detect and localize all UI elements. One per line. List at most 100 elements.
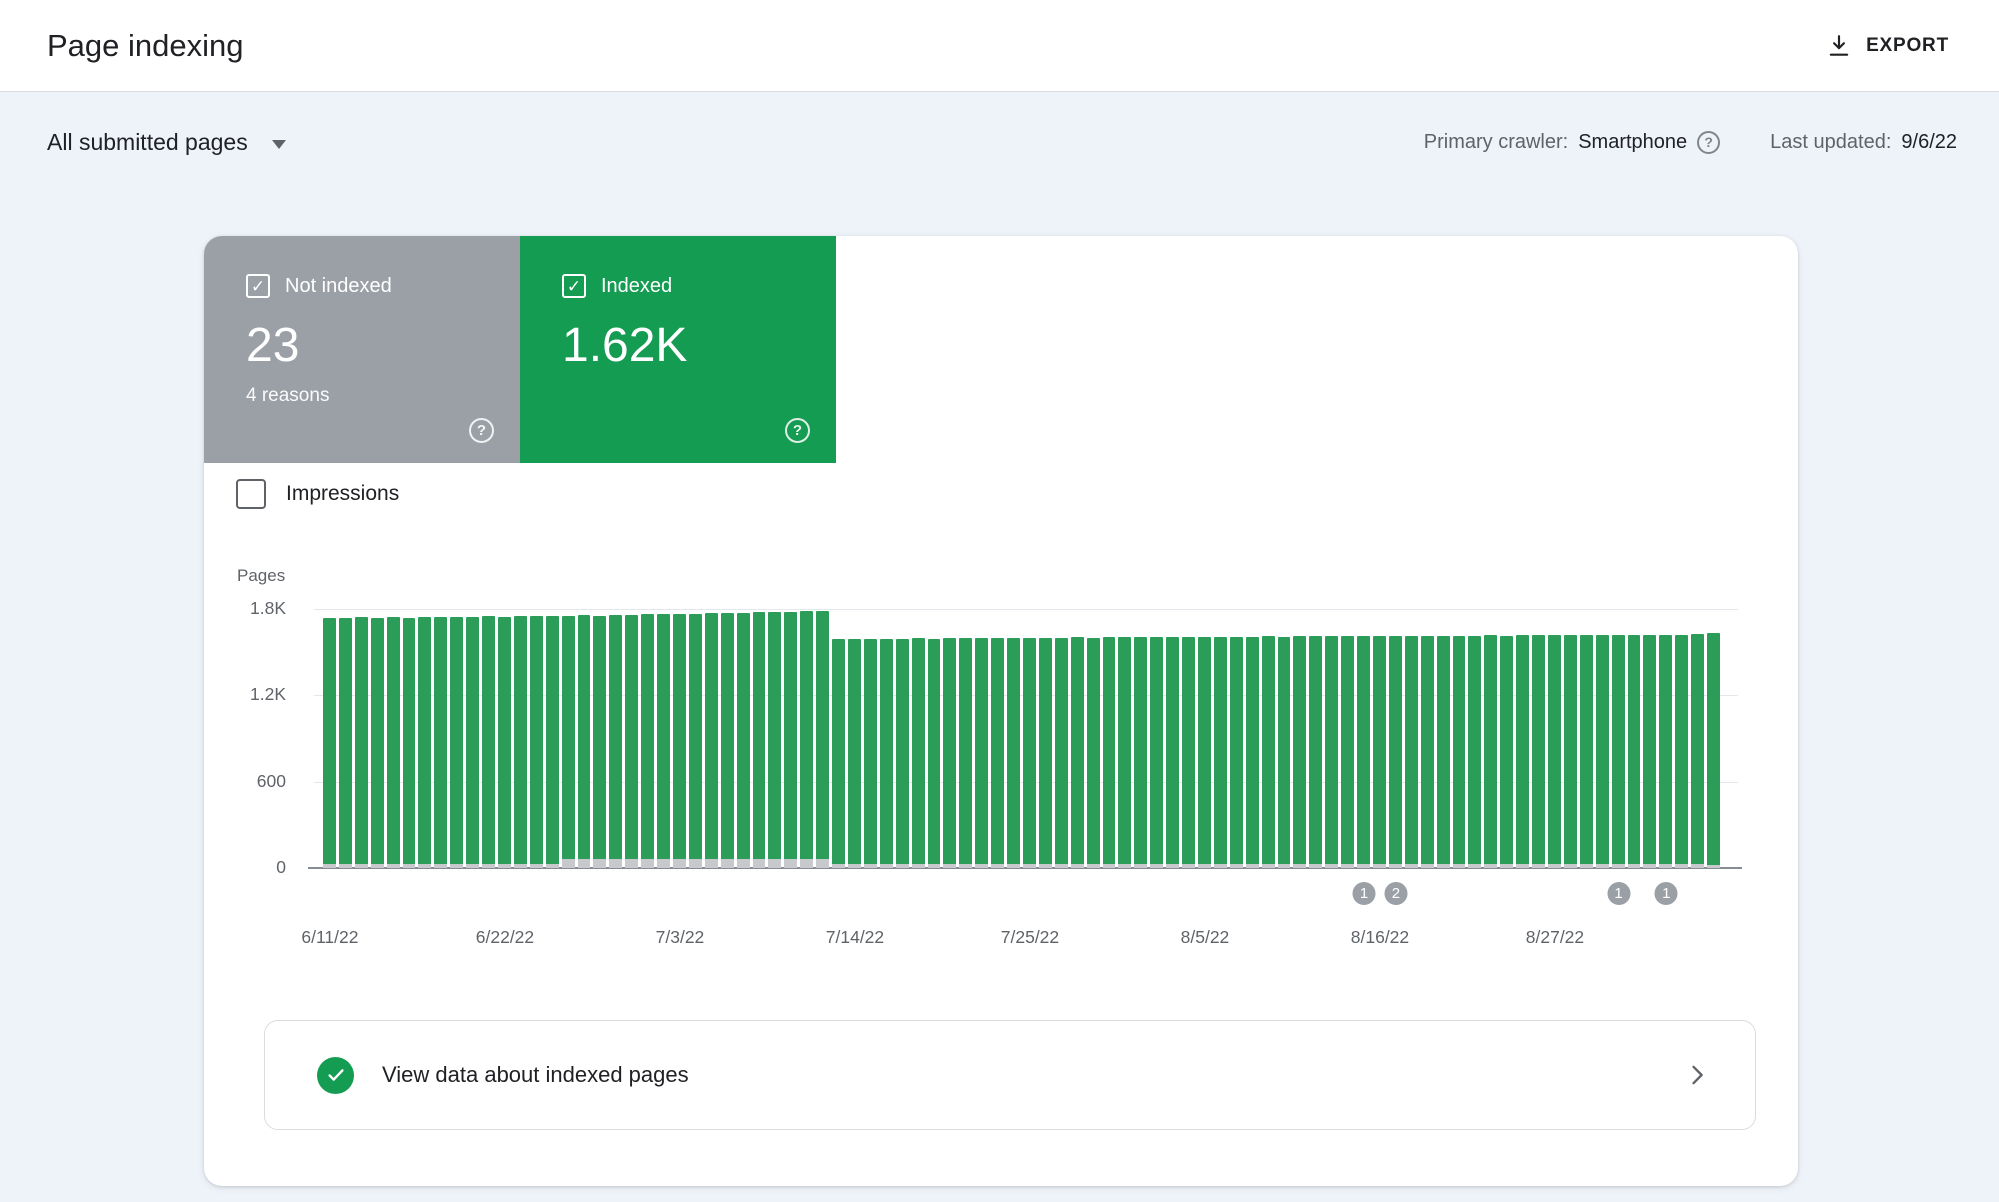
bar-day[interactable]: [1690, 609, 1706, 868]
bar-day[interactable]: [752, 609, 768, 868]
bar-day[interactable]: [1483, 609, 1499, 868]
bar-day[interactable]: [529, 609, 545, 868]
bar-day[interactable]: [513, 609, 529, 868]
bar-day[interactable]: [1245, 609, 1261, 868]
bar-day[interactable]: [449, 609, 465, 868]
bar-day[interactable]: [1611, 609, 1627, 868]
bar-day[interactable]: [1515, 609, 1531, 868]
bar-day[interactable]: [990, 609, 1006, 868]
bar-day[interactable]: [1070, 609, 1086, 868]
bar-day[interactable]: [767, 609, 783, 868]
bar-day[interactable]: [942, 609, 958, 868]
bar-day[interactable]: [815, 609, 831, 868]
chart-annotation-marker[interactable]: 1: [1652, 880, 1680, 907]
bar-day[interactable]: [974, 609, 990, 868]
bar-day[interactable]: [704, 609, 720, 868]
bar-day[interactable]: [1595, 609, 1611, 868]
bar-day[interactable]: [370, 609, 386, 868]
bar-day[interactable]: [863, 609, 879, 868]
bar-day[interactable]: [1420, 609, 1436, 868]
bar-day[interactable]: [433, 609, 449, 868]
bar-day[interactable]: [672, 609, 688, 868]
bar-day[interactable]: [1674, 609, 1690, 868]
bar-day[interactable]: [1658, 609, 1674, 868]
bar-day[interactable]: [1054, 609, 1070, 868]
indexed-help-icon[interactable]: ?: [785, 418, 810, 443]
bar-day[interactable]: [640, 609, 656, 868]
checkbox-unchecked-icon[interactable]: [236, 479, 266, 509]
bar-day[interactable]: [720, 609, 736, 868]
bar-day[interactable]: [1261, 609, 1277, 868]
view-indexed-data-link[interactable]: View data about indexed pages: [264, 1020, 1756, 1130]
bar-day[interactable]: [1006, 609, 1022, 868]
bar-day[interactable]: [1181, 609, 1197, 868]
bar-day[interactable]: [1627, 609, 1643, 868]
bar-day[interactable]: [1292, 609, 1308, 868]
bar-day[interactable]: [1277, 609, 1293, 868]
chart-annotation-marker[interactable]: 2: [1382, 880, 1410, 907]
bar-day[interactable]: [1452, 609, 1468, 868]
bar-day[interactable]: [1022, 609, 1038, 868]
bar-day[interactable]: [1436, 609, 1452, 868]
bar-day[interactable]: [1117, 609, 1133, 868]
bar-day[interactable]: [1499, 609, 1515, 868]
bar-day[interactable]: [608, 609, 624, 868]
bar-day[interactable]: [847, 609, 863, 868]
export-button[interactable]: EXPORT: [1826, 33, 1949, 59]
bar-day[interactable]: [1133, 609, 1149, 868]
chart-annotation-marker[interactable]: 1: [1350, 880, 1378, 907]
bar-day[interactable]: [927, 609, 943, 868]
bar-day[interactable]: [624, 609, 640, 868]
bar-day[interactable]: [1706, 609, 1722, 868]
bar-day[interactable]: [417, 609, 433, 868]
bar-day[interactable]: [1324, 609, 1340, 868]
not-indexed-help-icon[interactable]: ?: [469, 418, 494, 443]
bar-day[interactable]: [656, 609, 672, 868]
bar-day[interactable]: [688, 609, 704, 868]
bar-day[interactable]: [1086, 609, 1102, 868]
crawler-help-icon[interactable]: ?: [1697, 130, 1721, 154]
bar-day[interactable]: [958, 609, 974, 868]
bar-day[interactable]: [911, 609, 927, 868]
bar-day[interactable]: [1388, 609, 1404, 868]
bar-day[interactable]: [1642, 609, 1658, 868]
bar-day[interactable]: [386, 609, 402, 868]
bar-day[interactable]: [1356, 609, 1372, 868]
bar-day[interactable]: [1579, 609, 1595, 868]
bar-day[interactable]: [1197, 609, 1213, 868]
scope-dropdown[interactable]: All submitted pages: [47, 129, 286, 156]
bar-day[interactable]: [831, 609, 847, 868]
bar-day[interactable]: [799, 609, 815, 868]
bar-day[interactable]: [402, 609, 418, 868]
bar-day[interactable]: [481, 609, 497, 868]
bar-day[interactable]: [592, 609, 608, 868]
checkbox-checked-icon[interactable]: ✓: [562, 274, 586, 298]
bar-day[interactable]: [1531, 609, 1547, 868]
bar-day[interactable]: [1149, 609, 1165, 868]
bar-day[interactable]: [338, 609, 354, 868]
chart-annotation-marker[interactable]: 1: [1605, 880, 1633, 907]
bar-day[interactable]: [497, 609, 513, 868]
bar-day[interactable]: [354, 609, 370, 868]
bar-day[interactable]: [322, 609, 338, 868]
bar-day[interactable]: [1340, 609, 1356, 868]
bar-day[interactable]: [1467, 609, 1483, 868]
bar-day[interactable]: [1102, 609, 1118, 868]
bar-day[interactable]: [1213, 609, 1229, 868]
bar-day[interactable]: [1165, 609, 1181, 868]
not-indexed-stat-box[interactable]: ✓ Not indexed 23 4 reasons ?: [204, 236, 520, 463]
checkbox-checked-icon[interactable]: ✓: [246, 274, 270, 298]
impressions-toggle[interactable]: Impressions: [236, 479, 399, 509]
bar-day[interactable]: [1229, 609, 1245, 868]
bar-day[interactable]: [736, 609, 752, 868]
bar-day[interactable]: [783, 609, 799, 868]
bar-day[interactable]: [577, 609, 593, 868]
bar-day[interactable]: [561, 609, 577, 868]
bar-day[interactable]: [1308, 609, 1324, 868]
bar-day[interactable]: [879, 609, 895, 868]
bar-day[interactable]: [895, 609, 911, 868]
bar-day[interactable]: [1372, 609, 1388, 868]
bar-day[interactable]: [465, 609, 481, 868]
bar-day[interactable]: [545, 609, 561, 868]
bar-day[interactable]: [1038, 609, 1054, 868]
